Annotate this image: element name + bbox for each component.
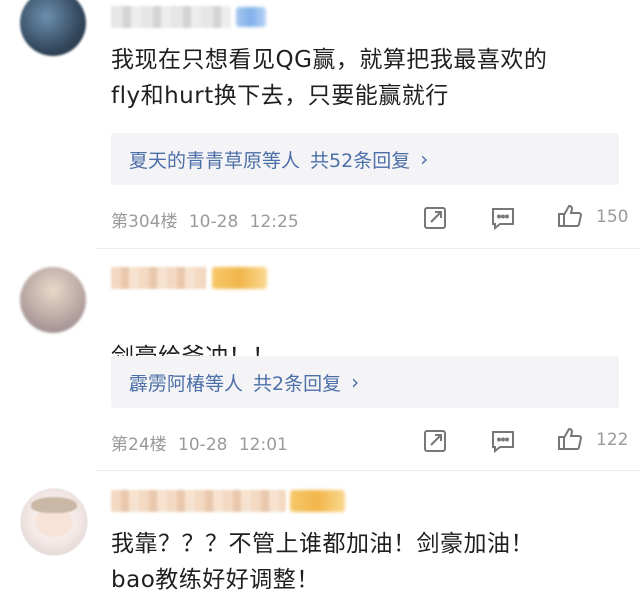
comment-icon[interactable]: [490, 205, 516, 231]
username-blurred[interactable]: [111, 490, 286, 512]
avatar[interactable]: [20, 0, 86, 56]
comment-text: 我现在只想看见QG赢，就算把我最喜欢的 fly和hurt换下去，只要能赢就行: [111, 47, 548, 109]
avatar[interactable]: [20, 488, 88, 556]
user-badge: [212, 267, 267, 289]
reply-count: 共2条回复: [253, 372, 342, 395]
thumbs-up-icon[interactable]: [557, 203, 583, 229]
comment-item: 我靠？？？不管上谁都加油！剑豪加油！ bao教练好好调整！: [0, 478, 640, 600]
chevron-right-icon: ›: [420, 147, 429, 171]
comment-meta: 第24楼 10-28 12:01: [111, 430, 288, 455]
username-blurred[interactable]: [111, 6, 231, 28]
reply-names: 夏天的青青草原等人: [129, 149, 301, 172]
reply-names: 霹雳阿椿等人: [129, 372, 244, 395]
thumbs-up-icon[interactable]: [557, 426, 583, 452]
comment-date: 10-28: [178, 435, 228, 455]
divider: [96, 248, 640, 249]
user-badge: [236, 7, 266, 27]
comment-item: 我现在只想看见QG赢，就算把我最喜欢的 fly和hurt换下去，只要能赢就行 夏…: [0, 0, 640, 245]
floor-number: 第304楼: [111, 212, 178, 232]
username-blurred[interactable]: [111, 267, 206, 289]
reply-count: 共52条回复: [310, 149, 411, 172]
comment-date: 10-28: [188, 212, 239, 232]
avatar[interactable]: [20, 267, 86, 333]
comment-item: 剑豪给爷冲！！ 霹雳阿椿等人 共2条回复 › 第24楼 10-28 12:01 …: [0, 258, 640, 468]
divider: [96, 470, 640, 471]
comment-meta: 第304楼 10-28 12:25: [111, 207, 299, 232]
comment-time: 12:25: [249, 212, 299, 232]
reply-summary[interactable]: 夏天的青青草原等人 共52条回复 ›: [111, 133, 619, 185]
comment-text: 我靠？？？不管上谁都加油！剑豪加油！ bao教练好好调整！: [111, 531, 534, 593]
comment-icon[interactable]: [490, 428, 516, 454]
like-count: 122: [596, 430, 629, 450]
reply-summary[interactable]: 霹雳阿椿等人 共2条回复 ›: [111, 356, 619, 408]
like-count: 150: [596, 207, 629, 227]
share-icon[interactable]: [422, 205, 448, 231]
share-icon[interactable]: [422, 428, 448, 454]
user-badge: [290, 490, 345, 512]
view-replies-link[interactable]: 夏天的青青草原等人 共52条回复 ›: [129, 146, 428, 173]
comment-time: 12:01: [238, 435, 288, 455]
chevron-right-icon: ›: [351, 370, 360, 394]
floor-number: 第24楼: [111, 435, 167, 455]
view-replies-link[interactable]: 霹雳阿椿等人 共2条回复 ›: [129, 369, 359, 396]
